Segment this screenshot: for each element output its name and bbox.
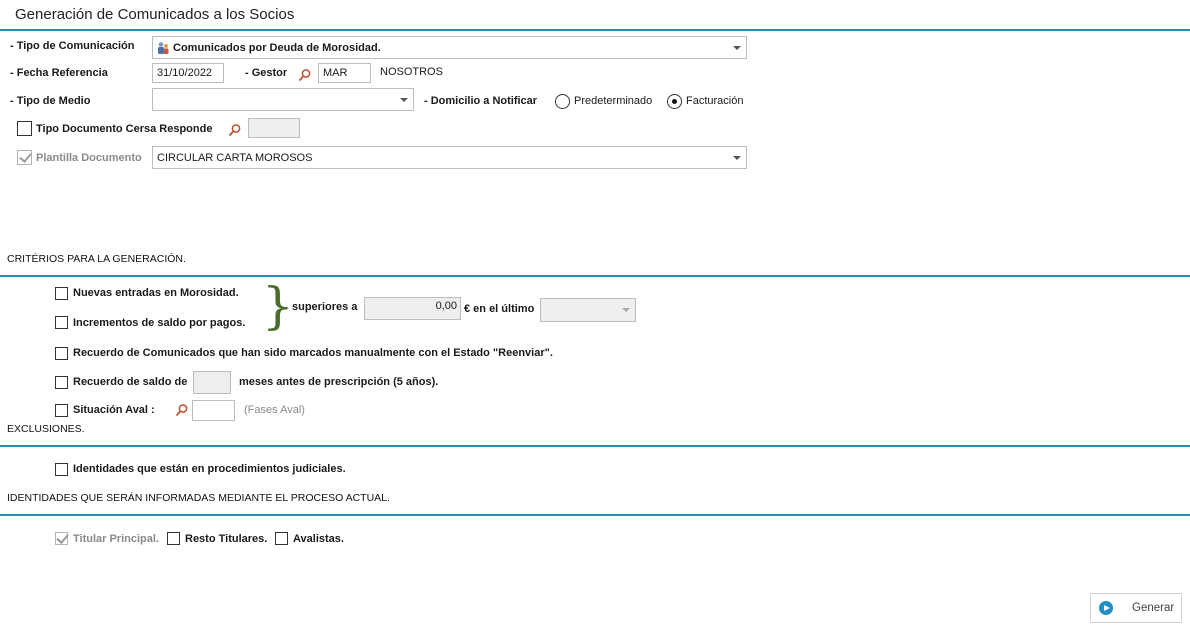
- check-mark-icon: [19, 150, 32, 163]
- identidades-judiciales-label: Identidades que están en procedimientos …: [73, 463, 346, 475]
- plantilla-value: CIRCULAR CARTA MOROSOS: [157, 151, 313, 164]
- avalistas-label: Avalistas.: [293, 533, 344, 545]
- gestor-code-input[interactable]: MAR: [318, 63, 371, 83]
- criterios-heading: CRITÉRIOS PARA LA GENERACIÓN.: [7, 253, 186, 265]
- plantilla-label: Plantilla Documento: [36, 152, 142, 164]
- superiores-input[interactable]: 0,00: [364, 297, 461, 320]
- resto-titulares-checkbox[interactable]: [167, 532, 180, 545]
- gestor-label: - Gestor: [245, 67, 288, 79]
- identidades-heading: IDENTIDADES QUE SERÁN INFORMADAS MEDIANT…: [7, 492, 390, 504]
- check-mark-icon: [56, 531, 69, 544]
- nuevas-entradas-checkbox[interactable]: [55, 287, 68, 300]
- chevron-down-icon: [400, 97, 408, 102]
- superiores-label: superiores a: [292, 301, 358, 313]
- tipo-documento-search-icon[interactable]: [228, 123, 242, 137]
- identidades-divider: [0, 514, 1190, 516]
- resto-titulares-label: Resto Titulares.: [185, 533, 268, 545]
- situacion-aval-checkbox[interactable]: [55, 404, 68, 417]
- recuerdo-comunicados-checkbox[interactable]: [55, 347, 68, 360]
- tipo-comunicacion-value: Comunicados por Deuda de Morosidad.: [173, 41, 381, 54]
- gestor-code-value: MAR: [323, 67, 348, 79]
- radio-predeterminado[interactable]: [555, 94, 570, 109]
- tipo-comunicacion-select[interactable]: Comunicados por Deuda de Morosidad.: [152, 36, 747, 59]
- domicilio-label: - Domicilio a Notificar: [424, 95, 538, 107]
- radio-facturacion[interactable]: [667, 94, 682, 109]
- fecha-referencia-input[interactable]: 31/10/2022: [152, 63, 224, 83]
- tipo-comunicacion-label: - Tipo de Comunicación: [10, 40, 135, 52]
- radio-predeterminado-label: Predeterminado: [574, 95, 653, 107]
- situacion-aval-label: Situación Aval :: [73, 404, 155, 416]
- exclusiones-divider: [0, 445, 1190, 447]
- fecha-referencia-value: 31/10/2022: [157, 67, 213, 79]
- gestor-name: NOSOTROS: [380, 66, 443, 78]
- situacion-aval-input[interactable]: [192, 400, 235, 421]
- fases-aval-hint: (Fases Aval): [244, 404, 305, 416]
- plantilla-checkbox[interactable]: [17, 150, 32, 165]
- curly-brace-icon: }: [262, 277, 294, 335]
- ultimo-select[interactable]: [540, 298, 636, 322]
- generar-button[interactable]: Generar: [1090, 593, 1182, 623]
- exclusiones-heading: EXCLUSIONES.: [7, 423, 85, 435]
- incrementos-label: Incrementos de saldo por pagos.: [73, 317, 246, 329]
- radio-facturacion-label: Facturación: [686, 95, 744, 107]
- title-divider: [0, 29, 1190, 31]
- gestor-search-icon[interactable]: [298, 68, 312, 82]
- fecha-referencia-label: - Fecha Referencia: [10, 67, 108, 79]
- titular-principal-checkbox[interactable]: [55, 531, 69, 545]
- chevron-down-icon: [733, 155, 741, 160]
- chevron-down-icon: [622, 308, 630, 312]
- recuerdo-saldo-label: Recuerdo de saldo de: [73, 376, 188, 388]
- people-icon: [156, 41, 170, 55]
- tipo-documento-input[interactable]: [248, 118, 300, 138]
- tipo-documento-checkbox[interactable]: [17, 121, 32, 136]
- superiores-value: 0,00: [435, 300, 457, 312]
- recuerdo-saldo-suffix: meses antes de prescripción (5 años).: [239, 376, 439, 388]
- chevron-down-icon: [733, 45, 741, 50]
- identidades-judiciales-checkbox[interactable]: [55, 463, 68, 476]
- generar-label: Generar: [1132, 602, 1175, 614]
- window-title: Generación de Comunicados a los Socios: [15, 6, 295, 23]
- recuerdo-comunicados-label: Recuerdo de Comunicados que han sido mar…: [73, 347, 553, 359]
- recuerdo-saldo-input[interactable]: [193, 371, 231, 394]
- titular-principal-label: Titular Principal.: [73, 533, 159, 545]
- incrementos-checkbox[interactable]: [55, 316, 68, 329]
- tipo-medio-label: - Tipo de Medio: [10, 95, 91, 107]
- ultimo-label: € en el último: [464, 303, 535, 315]
- nuevas-entradas-label: Nuevas entradas en Morosidad.: [73, 287, 239, 299]
- avalistas-checkbox[interactable]: [275, 532, 288, 545]
- radio-selected-dot: [672, 99, 677, 104]
- play-icon: [1099, 601, 1113, 615]
- criterios-divider: [0, 275, 1190, 277]
- plantilla-select[interactable]: CIRCULAR CARTA MOROSOS: [152, 146, 747, 169]
- tipo-documento-label: Tipo Documento Cersa Responde: [36, 123, 213, 135]
- situacion-aval-search-icon[interactable]: [175, 403, 189, 417]
- recuerdo-saldo-checkbox[interactable]: [55, 376, 68, 389]
- tipo-medio-select[interactable]: [152, 88, 414, 111]
